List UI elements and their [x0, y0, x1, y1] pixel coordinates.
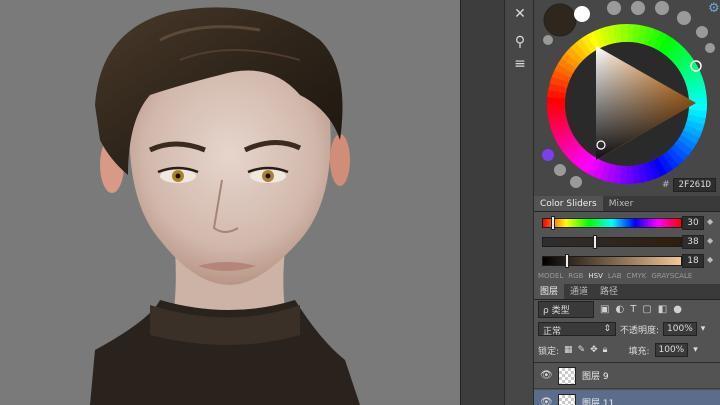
tab-color-sliders[interactable]: Color Sliders [534, 196, 603, 211]
saturation-slider-thumb[interactable] [593, 235, 598, 249]
mode-cmyk[interactable]: CMYK [627, 272, 647, 280]
mode-hsv[interactable]: HSV [588, 272, 603, 280]
chevron-down-icon: ⇕ [603, 324, 611, 334]
lock-row: 锁定: ▦ ✎ ✥ 🔒︎ 填充: 100% ▾ [538, 341, 716, 359]
mode-rgb[interactable]: RGB [568, 272, 583, 280]
lock-label: 锁定: [538, 346, 560, 357]
adjustment-filter-icon[interactable]: ◐ [615, 304, 624, 315]
value-slider-track[interactable] [542, 256, 682, 266]
portrait-painting [0, 0, 460, 405]
brush-stack-icon[interactable]: ⚲ [509, 32, 531, 52]
image-filter-icon[interactable]: ▣ [600, 304, 609, 315]
hex-row: # 2F261D [662, 178, 716, 192]
photoshop-window: ✕ ⚲ ≡ ⚙ # 2F261D Color Sliders Mixer 30 … [0, 0, 720, 405]
fill-dropdown-icon[interactable]: ▾ [693, 345, 698, 355]
blend-mode-value: 正常 [543, 327, 562, 337]
layer-thumbnail [558, 366, 576, 385]
layer-name: 图层 11 [582, 399, 615, 405]
eye-icon[interactable]: 👁︎ [540, 370, 553, 381]
smart-object-filter-icon[interactable]: ◧ [658, 304, 667, 315]
layer-row[interactable]: 👁︎ 图层 11 [534, 390, 720, 405]
blend-row: 正常 ⇕ 不透明度: 100% ▾ [538, 320, 716, 338]
hue-slider-track[interactable] [542, 218, 682, 228]
opacity-label: 不透明度: [620, 325, 660, 336]
adjust-sliders-icon[interactable]: ≡ [509, 54, 531, 74]
saturation-value-field[interactable]: 38 [682, 235, 704, 249]
layer-kind-select[interactable]: ρ 类型 [538, 300, 594, 318]
fill-input[interactable]: 100% [654, 343, 689, 357]
eye-icon[interactable]: 👁︎ [540, 397, 553, 405]
color-wheel-panel: ⚙ # 2F261D [534, 0, 720, 196]
document-canvas[interactable] [0, 0, 460, 405]
value-value-field[interactable]: 18 [682, 254, 704, 268]
hue-slider-thumb[interactable] [551, 216, 556, 230]
hue-slider[interactable]: 30 ◆ [540, 216, 716, 230]
tab-channels[interactable]: 通道 [564, 284, 594, 299]
fill-label: 填充: [628, 346, 650, 357]
layer-list: 👁︎ 图层 9 👁︎ 图层 11 [534, 362, 720, 405]
saturation-stepper-icon[interactable]: ◆ [707, 236, 716, 245]
tool-strip: ✕ ⚲ ≡ [504, 0, 534, 405]
canvas-gutter [460, 0, 504, 405]
opacity-dropdown-icon[interactable]: ▾ [701, 324, 706, 334]
value-stepper-icon[interactable]: ◆ [707, 255, 716, 264]
hash-label: # [661, 180, 670, 190]
saturation-slider-track[interactable] [542, 237, 682, 247]
tab-layers[interactable]: 图层 [534, 284, 565, 299]
hue-value-field[interactable]: 30 [682, 216, 704, 230]
mode-grayscale[interactable]: GRAYSCALE [651, 272, 692, 280]
mode-model[interactable]: MODEL [538, 272, 563, 280]
right-panel: ⚙ # 2F261D Color Sliders Mixer 30 ◆ 38 ◆ [534, 0, 720, 405]
value-slider[interactable]: 18 ◆ [540, 254, 716, 268]
opacity-input[interactable]: 100% [663, 322, 697, 336]
tab-paths[interactable]: 路径 [594, 284, 624, 299]
mode-lab[interactable]: LAB [608, 272, 622, 280]
layer-thumbnail [558, 393, 576, 405]
type-filter-icon[interactable]: T [630, 304, 636, 315]
color-panel-tabs: Color Sliders Mixer [534, 196, 720, 212]
color-wheel[interactable]: ⚙ [534, 0, 720, 196]
lock-transparent-icon[interactable]: ▦ [564, 345, 573, 355]
saturation-slider[interactable]: 38 ◆ [540, 235, 716, 249]
foreground-color-swatch[interactable] [543, 3, 577, 37]
lock-brush-icon[interactable]: ✎ [578, 345, 586, 355]
blend-mode-select[interactable]: 正常 ⇕ [538, 322, 616, 337]
value-slider-thumb[interactable] [565, 254, 570, 268]
gear-icon[interactable]: ⚙ [708, 1, 720, 16]
tab-mixer[interactable]: Mixer [603, 196, 640, 211]
hue-stepper-icon[interactable]: ◆ [707, 217, 716, 226]
shape-filter-icon[interactable]: ▢ [642, 304, 651, 315]
lock-all-icon[interactable]: 🔒︎ [603, 345, 608, 355]
color-mode-tabs: MODEL RGB HSV LAB CMYK GRAYSCALE [538, 272, 692, 280]
filter-toggle-icon[interactable]: ● [673, 304, 682, 315]
layer-row[interactable]: 👁︎ 图层 9 [534, 363, 720, 389]
hex-input[interactable]: 2F261D [673, 178, 716, 192]
layers-panel-tabs: 图层 通道 路径 [534, 284, 720, 300]
crossed-tools-icon[interactable]: ✕ [509, 4, 531, 24]
layer-name: 图层 9 [582, 372, 609, 382]
lock-move-icon[interactable]: ✥ [590, 345, 598, 355]
background-color-swatch[interactable] [574, 6, 590, 22]
layer-filter-row: ρ 类型 ▣ ◐ T ▢ ◧ ● [538, 300, 716, 318]
